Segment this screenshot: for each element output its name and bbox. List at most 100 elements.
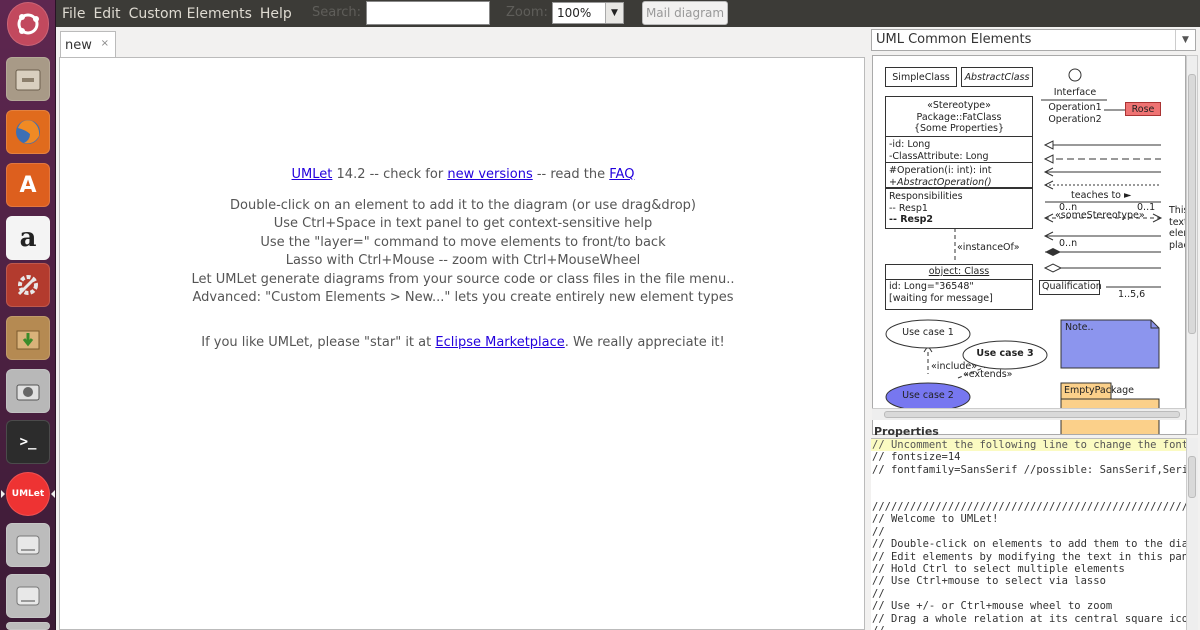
search-input[interactable] <box>366 1 490 25</box>
eclipse-marketplace-link[interactable]: Eclipse Marketplace <box>435 335 564 350</box>
palette-vertical-scrollbar[interactable] <box>1186 55 1198 435</box>
amazon-icon[interactable]: a <box>6 216 50 260</box>
tab-label: new <box>65 38 92 53</box>
menu-help[interactable]: Help <box>256 6 296 22</box>
umlet-launcher-icon[interactable]: UMLet <box>6 472 50 516</box>
instance-of-label: «instanceOf» <box>957 242 1020 253</box>
right-panel: UML Common Elements ▼ SimpleClass Abstra… <box>866 27 1200 630</box>
side-text: This text elem plac <box>1169 205 1186 251</box>
rose-element[interactable]: Rose <box>1125 102 1161 116</box>
abstract-class-element[interactable]: AbstractClass <box>961 67 1033 87</box>
welcome-tip: Use Ctrl+Space in text panel to get cont… <box>273 216 653 231</box>
element-palette[interactable]: SimpleClass AbstractClass Interface Oper… <box>872 55 1186 435</box>
interface-label[interactable]: Interface <box>1041 87 1109 98</box>
drive-icon[interactable] <box>6 523 50 567</box>
note-element[interactable]: Note.. <box>1065 322 1094 333</box>
welcome-tip: Lasso with Ctrl+Mouse -- zoom with Ctrl+… <box>285 253 641 268</box>
class-operation: +AbstractOperation() <box>889 176 992 188</box>
properties-editor[interactable]: // Uncomment the following line to chang… <box>871 438 1188 630</box>
zoom-label: Zoom: <box>506 5 548 20</box>
properties-line: // fontsize=14 <box>872 451 961 464</box>
properties-line: // <box>871 625 1188 630</box>
teaches-label: teaches to ► <box>1071 190 1132 201</box>
class-stereotype: «Stereotype» <box>927 100 991 111</box>
side-text-line: text <box>1169 216 1186 228</box>
scroll-thumb[interactable] <box>1188 456 1196 498</box>
welcome-version-line: UMLet 14.2 -- check for new versions -- … <box>60 167 866 182</box>
zoom-select[interactable]: 100% ▼ <box>552 2 624 24</box>
menu-edit[interactable]: Edit <box>89 6 124 22</box>
properties-line: // Uncomment the following line to chang… <box>871 439 1188 452</box>
class-responsibility: -- Resp2 <box>889 214 934 225</box>
mail-diagram-button[interactable]: Mail diagram <box>642 1 728 25</box>
properties-line: // <box>872 525 885 538</box>
welcome-star-line: If you like UMLet, please "star" it at E… <box>60 335 866 350</box>
umlet-link[interactable]: UMLet <box>292 167 333 182</box>
menu-bar: File Edit Custom Elements Help Search: Z… <box>56 0 1200 27</box>
multiplicity-label: 0..n <box>1059 238 1078 249</box>
welcome-text: . We really appreciate it! <box>564 335 725 350</box>
focused-indicator <box>51 490 55 498</box>
welcome-text: 14.2 -- check for <box>332 167 448 182</box>
extends-label: «extends» <box>963 369 1013 380</box>
drive-icon[interactable] <box>6 574 50 618</box>
software-center-icon[interactable]: A <box>6 163 50 207</box>
object-element[interactable]: object: Class id: Long="36548" [waiting … <box>885 264 1033 310</box>
properties-line: // Double-click on elements to add them … <box>872 538 1188 551</box>
chevron-down-icon[interactable]: ▼ <box>1175 30 1195 50</box>
welcome-tip: Advanced: "Custom Elements > New..." let… <box>192 290 734 305</box>
close-icon[interactable]: × <box>101 38 109 49</box>
properties-line: // Drag a whole relation at its central … <box>872 612 1188 625</box>
properties-line <box>871 476 1188 488</box>
side-text-line: elem <box>1169 228 1185 239</box>
class-attribute: -id: Long <box>889 139 931 150</box>
firefox-icon[interactable] <box>6 110 50 154</box>
interface-operation: Operation1 <box>1048 102 1102 113</box>
files-icon[interactable] <box>6 57 50 101</box>
object-line: [waiting for message] <box>889 292 993 304</box>
ubuntu-dash-icon[interactable] <box>7 2 49 46</box>
menu-file[interactable]: File <box>58 6 89 22</box>
properties-line: // <box>872 587 885 600</box>
properties-line: // Edit elements by modifying the text i… <box>872 550 1188 563</box>
use-case-element[interactable]: Use case 1 <box>886 327 970 338</box>
chevron-down-icon[interactable]: ▼ <box>605 3 623 23</box>
qualification-element[interactable]: Qualification <box>1039 280 1102 295</box>
scroll-thumb[interactable] <box>1188 74 1196 334</box>
properties-line: // Use +/- or Ctrl+mouse wheel to zoom <box>872 600 1113 613</box>
system-settings-icon[interactable] <box>6 263 50 307</box>
simple-class-element[interactable]: SimpleClass <box>885 67 957 87</box>
stereotype-label: «someStereotype» <box>1055 210 1145 221</box>
class-operation: #Operation(i: int): int <box>889 165 992 176</box>
tab-new[interactable]: new × <box>60 31 116 58</box>
object-title: object: Class <box>886 265 1032 280</box>
menu-custom-elements[interactable]: Custom Elements <box>125 6 256 22</box>
zoom-value: 100% <box>557 6 592 20</box>
palette-select[interactable]: UML Common Elements ▼ <box>871 29 1196 51</box>
properties-line: ////////////////////////////////////////… <box>872 501 1188 514</box>
scroll-thumb[interactable] <box>884 411 1180 418</box>
camera-icon[interactable] <box>6 369 50 413</box>
multiplicity-label: 1..5,6 <box>1118 289 1146 300</box>
use-case-element[interactable]: Use case 2 <box>886 390 970 401</box>
diagram-tabstrip: new × <box>56 27 866 58</box>
diagram-canvas[interactable]: UMLet 14.2 -- check for new versions -- … <box>59 57 865 630</box>
terminal-icon[interactable]: >_ <box>6 420 50 464</box>
archive-manager-icon[interactable] <box>6 316 50 360</box>
welcome-text: -- read the <box>532 167 610 182</box>
use-case-element[interactable]: Use case 3 <box>963 348 1047 359</box>
properties-scrollbar[interactable] <box>1186 438 1198 630</box>
faq-link[interactable]: FAQ <box>609 167 634 182</box>
side-text-line: This <box>1169 205 1185 216</box>
palette-horizontal-scrollbar[interactable] <box>872 408 1186 420</box>
running-indicator <box>1 490 5 498</box>
fat-class-element[interactable]: «Stereotype» Package::FatClass {Some Pro… <box>885 96 1033 229</box>
properties-line <box>871 489 1188 501</box>
properties-line: // Welcome to UMLet! <box>872 513 999 526</box>
drive-icon[interactable] <box>6 622 50 630</box>
interface-operation: Operation2 <box>1048 114 1102 125</box>
package-element[interactable]: EmptyPackage <box>1064 385 1134 396</box>
new-versions-link[interactable]: new versions <box>447 167 532 182</box>
side-text-line: plac <box>1169 239 1185 251</box>
class-properties: {Some Properties} <box>913 123 1005 134</box>
